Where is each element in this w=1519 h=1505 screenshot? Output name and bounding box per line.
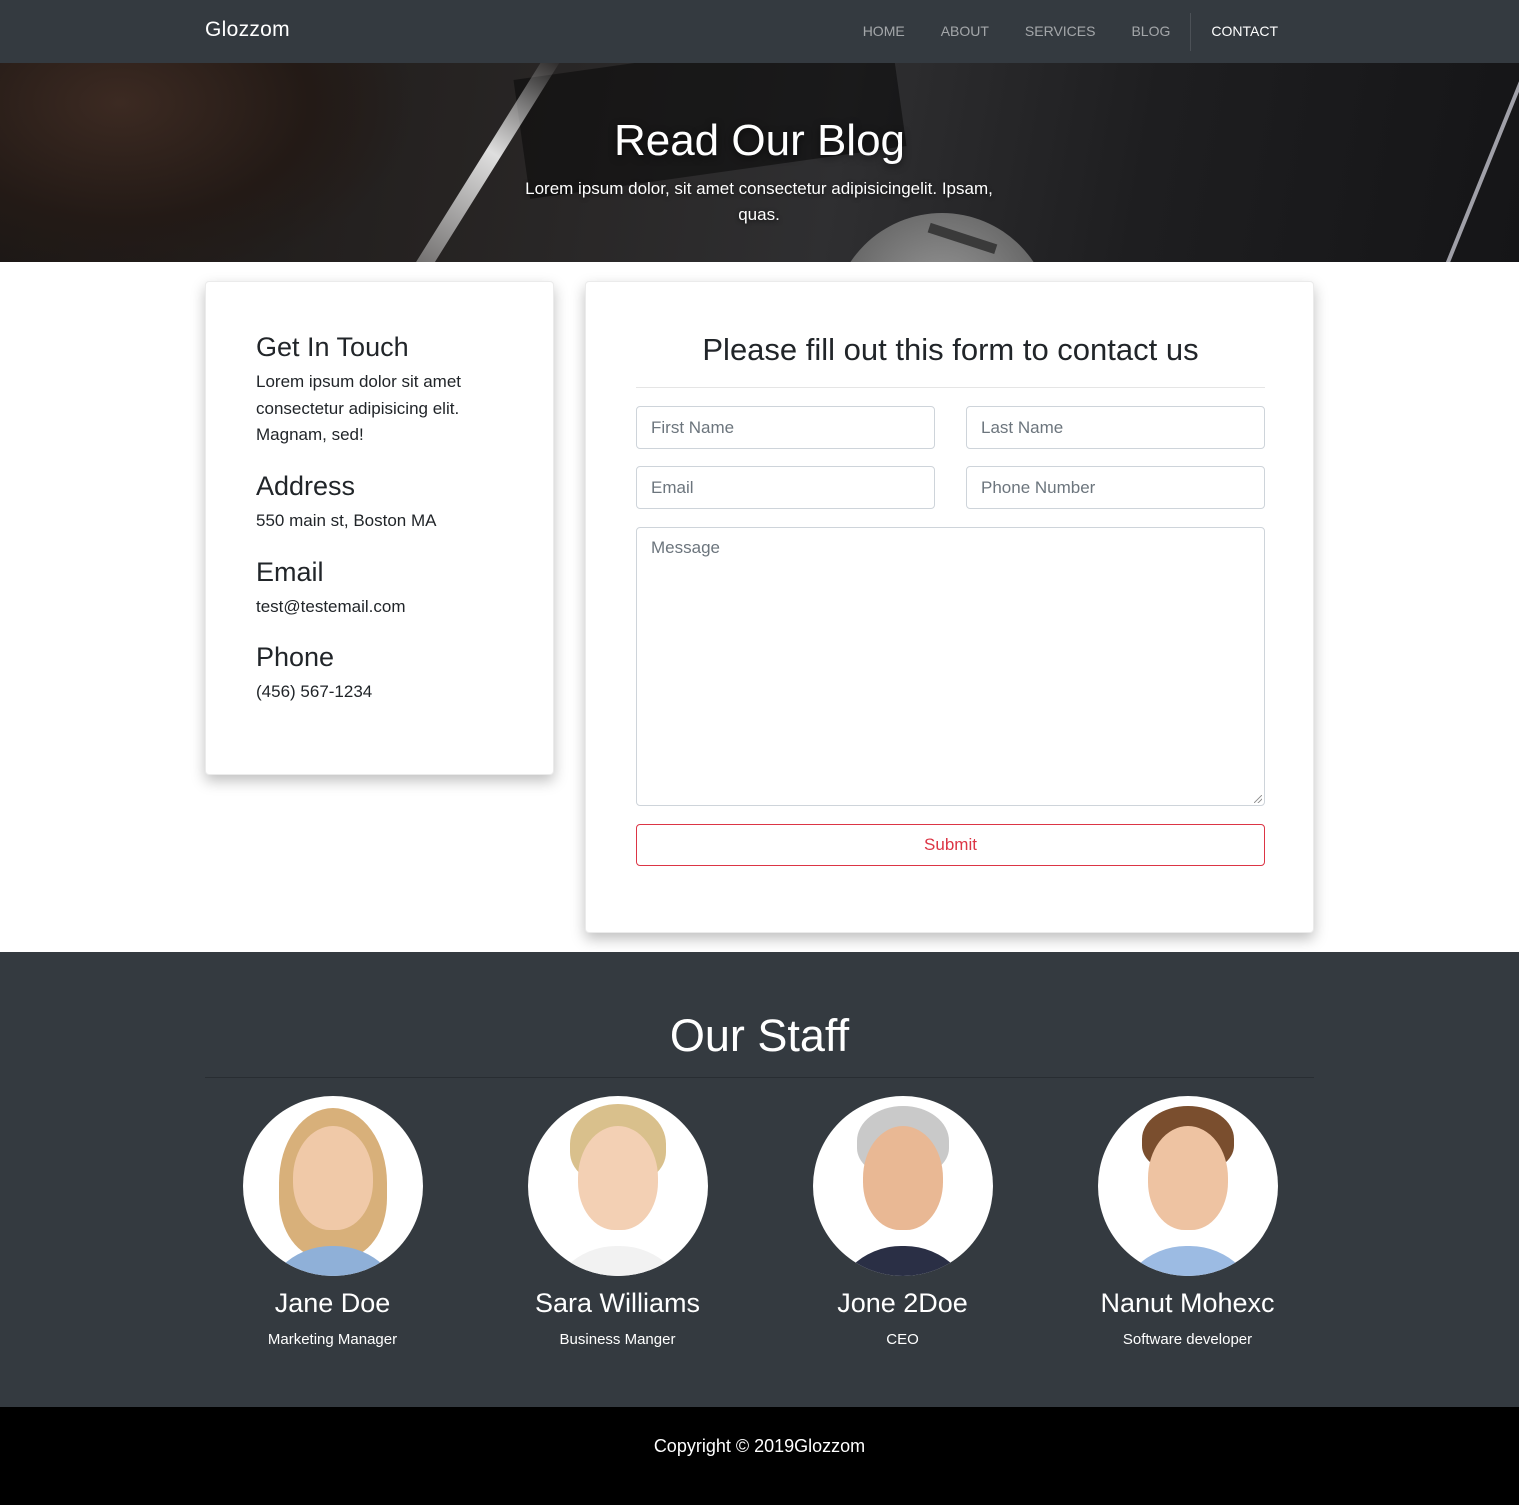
brand-logo[interactable]: Glozzom [205,18,290,42]
email-heading: Email [256,557,324,587]
get-in-touch-text: Lorem ipsum dolor sit amet consectetur a… [256,372,462,444]
phone-section: Phone (456) 567-1234 [256,642,516,706]
hero-subtitle: Lorem ipsum dolor, sit amet consectetur … [525,179,993,224]
staff-title: Our Staff [669,1010,850,1061]
hero-title: Read Our Blog [613,116,906,165]
last-name-input[interactable]: Last Name [966,406,1265,449]
hero-banner: Read Our Blog Lorem ipsum dolor, sit ame… [0,63,1519,262]
avatar [527,1096,708,1276]
nav-link-contact[interactable]: CONTACT [1193,0,1296,63]
contact-info-card: Get In Touch Lorem ipsum dolor sit amet … [205,281,554,775]
form-title: Please fill out this form to contact us [702,332,1199,367]
staff-role: CEO [886,1331,919,1348]
phone-text: (456) 567-1234 [256,682,373,701]
staff-name: Jone 2Doe [837,1288,968,1318]
message-textarea[interactable]: Message [636,527,1265,806]
navbar: Glozzom HOME ABOUT SERVICES BLOG CONTACT [0,0,1519,63]
footer: Copyright © 2019Glozzom [0,1407,1519,1505]
staff-role: Software developer [1122,1331,1253,1348]
avatar [242,1096,423,1276]
get-in-touch-section: Get In Touch Lorem ipsum dolor sit amet … [256,332,516,449]
nav-divider [1190,12,1192,51]
email-section: Email test@testemail.com [256,557,516,621]
staff-member-card: Jane Doe Marketing Manager [190,1096,475,1348]
staff-name: Sara Williams [534,1288,701,1318]
email-input[interactable]: Email [636,466,935,509]
nav-menu: HOME ABOUT SERVICES BLOG CONTACT [845,0,1296,63]
phone-number-input[interactable]: Phone Number [966,466,1265,509]
first-name-input[interactable]: First Name [636,406,935,449]
staff-role: Marketing Manager [267,1331,398,1348]
staff-name: Jane Doe [274,1288,391,1318]
nav-link-blog[interactable]: BLOG [1113,0,1188,63]
staff-role: Business Manger [559,1331,676,1348]
contact-form-card: Please fill out this form to contact us … [585,281,1314,933]
email-text: test@testemail.com [256,597,406,616]
submit-button[interactable]: Submit [636,824,1265,866]
address-heading: Address [256,471,356,501]
staff-name: Nanut Mohexc [1100,1288,1275,1318]
staff-member-card: Jone 2Doe CEO [760,1096,1045,1348]
staff-member-card: Nanut Mohexc Software developer [1045,1096,1330,1348]
get-in-touch-heading: Get In Touch [256,332,409,362]
address-section: Address 550 main st, Boston MA [256,471,516,535]
staff-divider [205,1077,1314,1078]
staff-member-card: Sara Williams Business Manger [475,1096,760,1348]
nav-link-home[interactable]: HOME [845,0,923,63]
nav-link-about[interactable]: ABOUT [923,0,1007,63]
message-placeholder: Message [651,538,720,557]
nav-link-services[interactable]: SERVICES [1007,0,1114,63]
form-divider [636,387,1265,388]
avatar [812,1096,993,1276]
phone-heading: Phone [256,642,335,672]
address-text: 550 main st, Boston MA [256,511,437,530]
staff-section: Our Staff Jane Doe Marketing Manager Sar… [0,952,1519,1407]
copyright-text: Copyright © 2019Glozzom [653,1436,866,1456]
avatar [1097,1096,1278,1276]
resize-handle-icon[interactable] [1254,795,1262,803]
